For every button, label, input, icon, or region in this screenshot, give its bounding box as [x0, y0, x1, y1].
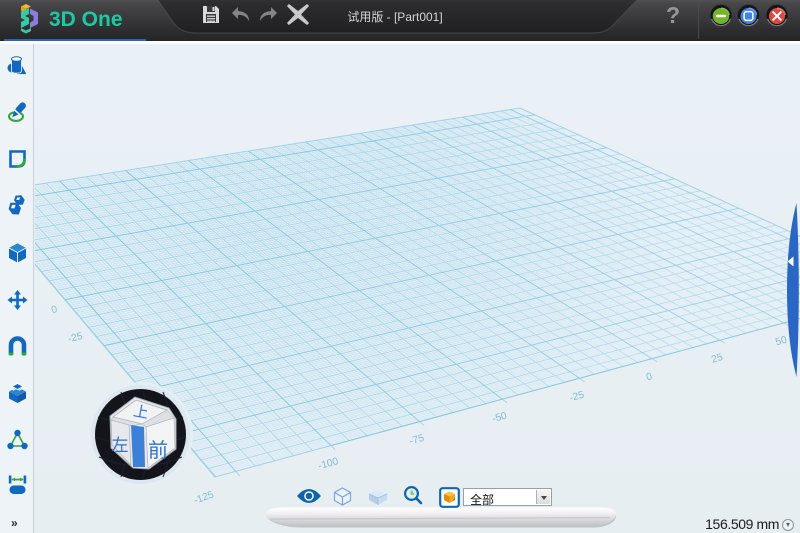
- svg-text:0: 0: [645, 371, 654, 383]
- svg-text:-50: -50: [491, 410, 508, 425]
- svg-text:0: 0: [50, 304, 58, 316]
- svg-text:-25: -25: [568, 390, 585, 405]
- svg-text:-125: -125: [192, 489, 215, 506]
- svg-text:前: 前: [148, 439, 168, 462]
- svg-text:-100: -100: [317, 456, 340, 472]
- svg-text:-25: -25: [67, 331, 84, 345]
- svg-text:-75: -75: [408, 433, 425, 448]
- svg-text:左: 左: [112, 436, 129, 455]
- svg-text:25: 25: [710, 352, 724, 366]
- svg-text:上: 上: [132, 403, 150, 423]
